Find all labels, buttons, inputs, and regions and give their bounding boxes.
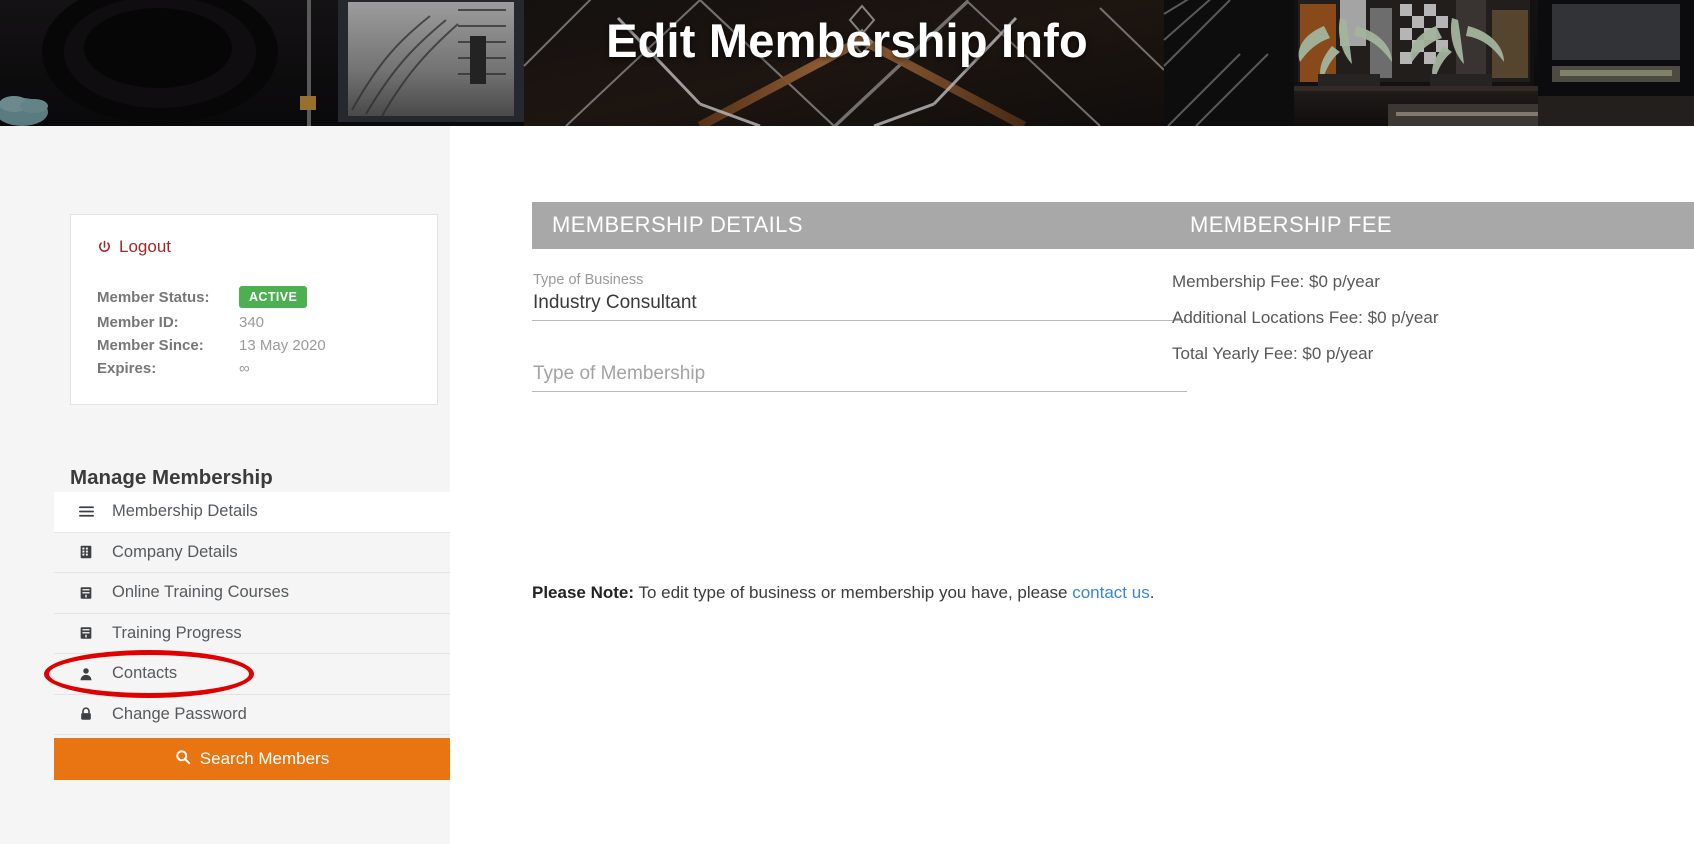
hero-banner: Edit Membership Info [0, 0, 1694, 126]
sidebar-item-training-progress[interactable]: Training Progress [54, 614, 450, 654]
sidebar-item-label: Change Password [112, 704, 247, 723]
search-icon [175, 749, 191, 770]
manage-membership-heading: Manage Membership [70, 466, 273, 489]
sidebar-item-change-password[interactable]: Change Password [54, 695, 450, 735]
sidebar-item-label: Contacts [112, 664, 178, 683]
total-yearly-fee-line: Total Yearly Fee: $0 p/year [1172, 344, 1374, 363]
table-row: Expires: ∞ [97, 357, 411, 380]
type-of-membership-input[interactable]: Type of Membership [532, 339, 1187, 393]
table-row: Member Since: 13 May 2020 [97, 334, 411, 357]
table-row: Member Status: ACTIVE [97, 283, 411, 311]
sidebar-item-label: Company Details [112, 542, 238, 561]
search-members-label: Search Members [199, 749, 330, 768]
main-content: MEMBERSHIP DETAILS Type of Business Indu… [450, 126, 1694, 844]
please-note-text: Please Note: To edit type of business or… [532, 581, 1154, 605]
member-id-key: Member ID: [97, 314, 179, 331]
membership-fee-line: Membership Fee: $0 p/year [1172, 272, 1380, 291]
sidebar-item-membership-details[interactable]: Membership Details [54, 492, 450, 533]
member-since-value: 13 May 2020 [239, 337, 326, 354]
power-icon [97, 240, 112, 255]
member-id-value: 340 [239, 314, 265, 331]
type-of-business-field: Type of Business Industry Consultant [532, 270, 1187, 322]
please-note-body: To edit type of business or membership y… [634, 583, 1073, 602]
sidebar-item-online-training-courses[interactable]: Online Training Courses [54, 573, 450, 614]
sidebar-item-contacts[interactable]: Contacts [54, 654, 450, 695]
lock-icon [78, 706, 98, 722]
type-of-membership-field: Type of Membership [532, 339, 1187, 393]
table-row: Member ID: 340 [97, 311, 411, 334]
please-note-prefix: Please Note: [532, 583, 635, 602]
book-icon [78, 625, 98, 641]
logout-button[interactable]: Logout [97, 237, 411, 257]
membership-details-panel: MEMBERSHIP DETAILS Type of Business Indu… [532, 202, 1187, 410]
additional-locations-fee-line: Additional Locations Fee: $0 p/year [1172, 308, 1439, 327]
sidebar-item-label: Online Training Courses [112, 583, 290, 602]
hamburger-menu-icon [78, 503, 98, 520]
sidebar-menu: Membership Details Company Details Onlin… [54, 492, 450, 735]
member-status-card: Logout Member Status: ACTIVE Member ID: … [70, 214, 438, 405]
type-of-business-input[interactable]: Industry Consultant [532, 290, 1187, 322]
sidebar-item-company-details[interactable]: Company Details [54, 533, 450, 573]
page-body: Logout Member Status: ACTIVE Member ID: … [0, 126, 1694, 844]
search-members-button[interactable]: Search Members [54, 738, 450, 780]
expires-key: Expires: [97, 360, 157, 377]
book-icon [78, 585, 98, 601]
logout-label: Logout [119, 237, 171, 256]
member-status-value: ACTIVE [239, 283, 411, 311]
building-icon [78, 544, 98, 560]
member-since-key: Member Since: [97, 337, 204, 354]
page-title: Edit Membership Info [606, 14, 1088, 67]
type-of-business-label: Type of Business [533, 272, 644, 288]
membership-details-fields: Type of Business Industry Consultant Typ… [532, 249, 1187, 393]
contact-us-link[interactable]: contact us [1072, 583, 1150, 602]
sidebar-item-label: Membership Details [112, 502, 258, 521]
page-root: Edit Membership Info Logout Member Statu… [0, 0, 1694, 844]
please-note-suffix: . [1149, 583, 1155, 602]
membership-fee-panel: MEMBERSHIP FEE Membership Fee: $0 p/year… [1170, 202, 1694, 380]
membership-fee-heading: MEMBERSHIP FEE [1170, 202, 1694, 249]
sidebar: Logout Member Status: ACTIVE Member ID: … [0, 126, 450, 844]
person-icon [78, 666, 98, 682]
status-badge: ACTIVE [239, 286, 308, 308]
member-status-key: Member Status: [97, 288, 210, 306]
sidebar-item-label: Training Progress [112, 623, 242, 642]
membership-details-heading: MEMBERSHIP DETAILS [532, 202, 1187, 249]
membership-fee-lines: Membership Fee: $0 p/year Additional Loc… [1170, 249, 1694, 364]
expires-value: ∞ [239, 360, 250, 377]
member-status-table: Member Status: ACTIVE Member ID: 340 Mem… [97, 283, 411, 380]
